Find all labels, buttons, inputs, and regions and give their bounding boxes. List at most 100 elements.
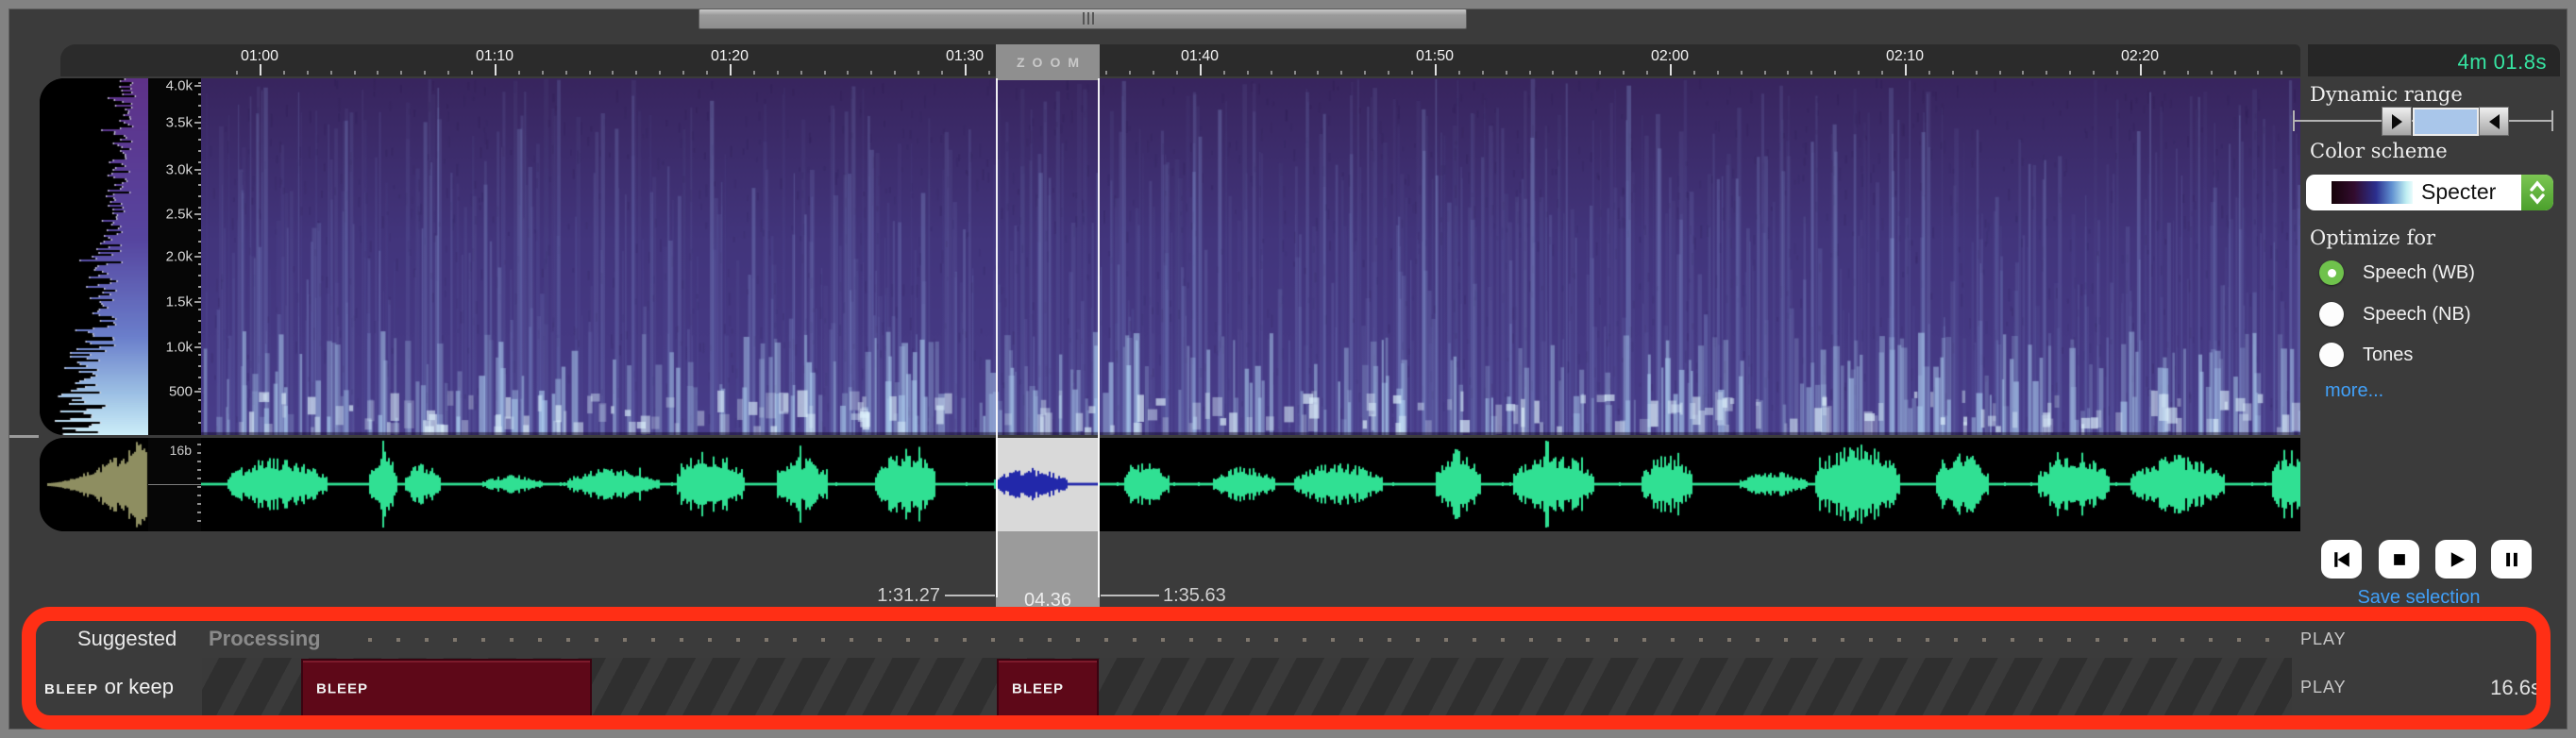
dynamic-range-max-handle[interactable] bbox=[2479, 107, 2509, 136]
processing-dot bbox=[680, 638, 683, 642]
timeline-major-tick bbox=[1435, 64, 1437, 75]
skip-to-start-button[interactable] bbox=[2321, 540, 2362, 579]
selection-duration: 04.36 bbox=[996, 590, 1100, 612]
bleep-segment-2[interactable]: BLEEP bbox=[997, 659, 1099, 719]
processing-dot bbox=[1104, 638, 1108, 642]
color-scheme-dropdown[interactable]: Specter bbox=[2306, 175, 2553, 210]
radio-speech-wb[interactable] bbox=[2319, 260, 2344, 285]
processing-dot bbox=[2265, 638, 2269, 642]
radio-tones-label: Tones bbox=[2363, 344, 2413, 366]
timeline-minor-tick bbox=[1529, 71, 1531, 75]
timeline-minor-tick bbox=[1271, 71, 1272, 75]
timeline-minor-tick bbox=[1575, 71, 1577, 75]
selection-end-handle[interactable] bbox=[1098, 78, 1100, 597]
timeline-minor-tick bbox=[2257, 71, 2259, 75]
processing-dot bbox=[850, 638, 853, 642]
timeline-time-label: 01:40 bbox=[1181, 48, 1219, 65]
timeline-minor-tick bbox=[1693, 71, 1695, 75]
amplitude-zero-line bbox=[148, 484, 201, 485]
timeline-minor-tick bbox=[1834, 71, 1836, 75]
timeline-minor-tick bbox=[659, 71, 661, 75]
play-button[interactable] bbox=[2435, 540, 2476, 579]
processing-dot bbox=[1954, 638, 1958, 642]
timeline-minor-tick bbox=[1881, 71, 1883, 75]
save-selection-link[interactable]: Save selection bbox=[2322, 587, 2516, 609]
timeline-minor-tick bbox=[612, 71, 614, 75]
radio-tones[interactable] bbox=[2319, 343, 2344, 367]
processing-dot bbox=[510, 638, 514, 642]
frequency-tick-label: 2.0k bbox=[166, 249, 193, 265]
processing-dot bbox=[595, 638, 598, 642]
processing-dot bbox=[793, 638, 797, 642]
frequency-major-tick bbox=[194, 169, 201, 171]
processing-dot bbox=[1019, 638, 1023, 642]
processing-dot bbox=[991, 638, 995, 642]
processing-dot bbox=[1699, 638, 1703, 642]
processing-dot bbox=[765, 638, 768, 642]
chevron-down-icon bbox=[2529, 193, 2546, 205]
processing-dot bbox=[1218, 638, 1221, 642]
processing-dot bbox=[1331, 638, 1335, 642]
pause-button[interactable] bbox=[2491, 540, 2532, 579]
waveform-view[interactable] bbox=[201, 438, 2300, 531]
timeline-minor-tick bbox=[1764, 71, 1766, 75]
selection-start-connector bbox=[945, 595, 995, 596]
row2-play-button[interactable]: PLAY bbox=[2300, 678, 2347, 697]
processing-dot bbox=[396, 638, 400, 642]
dynamic-range-selected-band[interactable] bbox=[2413, 108, 2479, 136]
panel-divider-handle[interactable] bbox=[9, 435, 39, 438]
left-arrow-icon bbox=[2489, 114, 2500, 129]
processing-dot bbox=[2180, 638, 2184, 642]
timeline-minor-tick bbox=[1482, 71, 1484, 75]
processing-dot bbox=[2152, 638, 2156, 642]
processing-dot bbox=[1869, 638, 1873, 642]
processing-dot bbox=[1246, 638, 1250, 642]
optimize-for-label: Optimize for bbox=[2310, 226, 2435, 249]
timeline-minor-tick bbox=[1105, 71, 1107, 75]
amplitude-histogram-panel bbox=[40, 438, 148, 531]
frequency-tick-label: 1.0k bbox=[166, 340, 193, 356]
dynamic-range-min-handle[interactable] bbox=[2382, 107, 2412, 136]
selection-start-time: 1:31.27 bbox=[831, 585, 940, 607]
stop-button[interactable] bbox=[2379, 540, 2419, 579]
horizontal-scrollbar[interactable] bbox=[699, 8, 1467, 29]
spectrogram-view[interactable] bbox=[201, 78, 2300, 435]
zoom-region-handle[interactable]: ZOOM bbox=[996, 44, 1100, 80]
frequency-tick-label: 4.0k bbox=[166, 78, 193, 94]
radio-speech-nb[interactable] bbox=[2319, 302, 2344, 327]
zoom-label: ZOOM bbox=[1009, 55, 1086, 70]
more-options-link[interactable]: more... bbox=[2325, 380, 2383, 402]
row1-play-button[interactable]: PLAY bbox=[2300, 629, 2347, 649]
scrollbar-grip-icon[interactable] bbox=[1083, 12, 1094, 25]
processing-dot bbox=[2096, 638, 2099, 642]
bleep-segment-1[interactable]: BLEEP bbox=[301, 659, 592, 719]
processing-dot bbox=[566, 638, 570, 642]
amplitude-axis: 16b bbox=[148, 438, 201, 531]
selection-region[interactable]: 04.36 bbox=[996, 531, 1100, 619]
timeline-minor-tick bbox=[1928, 71, 1930, 75]
timeline-time-label: 01:50 bbox=[1416, 48, 1454, 65]
selection-start-handle[interactable] bbox=[996, 78, 998, 597]
processing-dot bbox=[1529, 638, 1533, 642]
processing-dot bbox=[2039, 638, 2043, 642]
timeline-time-label: 02:10 bbox=[1886, 48, 1924, 65]
frequency-tick-label: 3.0k bbox=[166, 162, 193, 178]
color-scheme-stepper[interactable] bbox=[2521, 175, 2553, 210]
timeline-minor-tick bbox=[1129, 71, 1131, 75]
processing-dot bbox=[1274, 638, 1278, 642]
selection-end-connector bbox=[1101, 595, 1159, 596]
timeline-ruler[interactable]: 01:0001:1001:2001:3001:4001:5002:0002:10… bbox=[60, 44, 2300, 76]
processing-dot bbox=[1076, 638, 1080, 642]
timeline-minor-tick bbox=[753, 71, 755, 75]
radio-speech-wb-label: Speech (WB) bbox=[2363, 262, 2475, 284]
timeline-minor-tick bbox=[283, 71, 285, 75]
timeline-minor-tick bbox=[1787, 71, 1789, 75]
timeline-minor-tick bbox=[377, 71, 379, 75]
frequency-tick-label: 2.5k bbox=[166, 207, 193, 223]
timeline-major-tick bbox=[495, 64, 497, 75]
timeline-minor-tick bbox=[2093, 71, 2095, 75]
timeline-minor-tick bbox=[777, 71, 779, 75]
skip-to-start-icon bbox=[2330, 547, 2354, 572]
processing-dot bbox=[906, 638, 910, 642]
timeline-major-tick bbox=[1200, 64, 1202, 75]
